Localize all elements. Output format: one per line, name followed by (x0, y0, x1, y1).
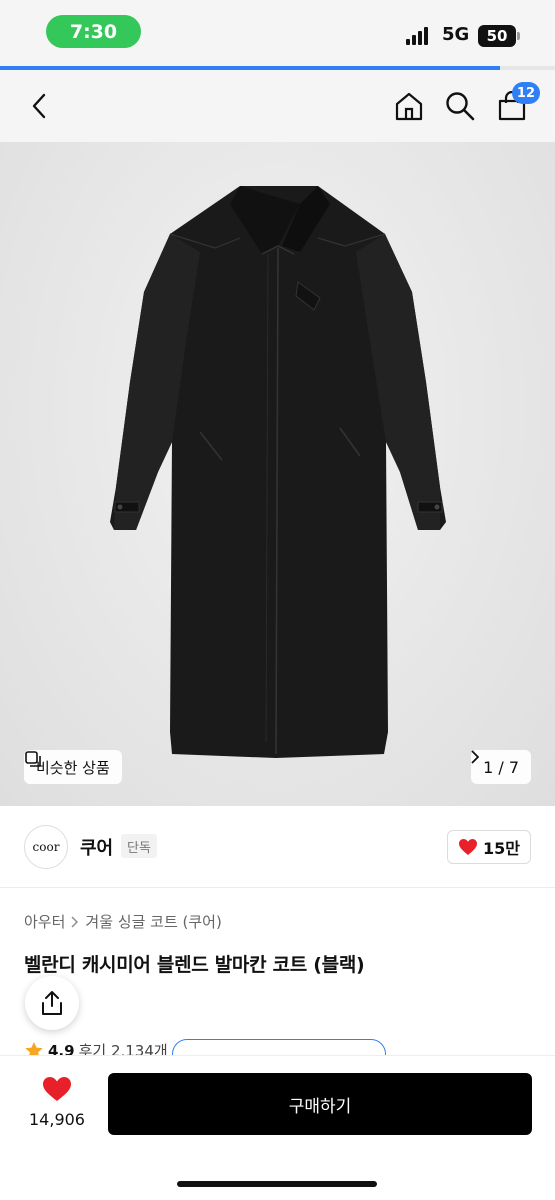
home-button[interactable] (391, 88, 427, 124)
brand-like-count: 15만 (483, 839, 520, 858)
similar-items-icon (25, 751, 41, 767)
top-nav: 12 (0, 70, 555, 142)
exclusive-badge: 단독 (121, 834, 157, 858)
product-image (110, 186, 446, 758)
heart-icon (43, 1077, 71, 1101)
cart-count-badge: 12 (511, 82, 540, 104)
brand-like-button[interactable]: 15만 (447, 830, 531, 864)
image-page-indicator[interactable]: 1 / 7 (471, 750, 531, 784)
breadcrumb: 아우터 겨울 싱글 코트 (쿠어) (24, 911, 222, 932)
brand-logo-text: coor (32, 840, 60, 854)
bottom-action-bar: 14,906 구매하기 (0, 1055, 555, 1200)
cart-button[interactable]: 12 (494, 82, 540, 124)
breadcrumb-item[interactable]: 아우터 (24, 911, 65, 932)
brand-logo[interactable]: coor (24, 825, 68, 869)
status-time: 7:30 (46, 15, 141, 48)
wishlist-count: 14,906 (29, 1110, 85, 1129)
battery-icon: 50 (478, 25, 520, 47)
brand-row: coor 쿠어 단독 15만 (0, 806, 555, 888)
chevron-left-icon (32, 93, 46, 119)
wishlist-button[interactable]: 14,906 (24, 1076, 90, 1129)
signal-icon (406, 27, 428, 45)
heart-icon (459, 839, 477, 855)
share-icon (42, 991, 62, 1015)
home-indicator (177, 1181, 377, 1187)
chevron-right-icon (71, 916, 79, 927)
image-page-text: 1 / 7 (483, 757, 519, 777)
similar-products-label: 비슷한 상품 (36, 758, 110, 777)
search-button[interactable] (442, 88, 478, 124)
status-bar: 7:30 5G 50 (0, 0, 555, 66)
network-type: 5G (442, 24, 470, 45)
search-icon (446, 92, 475, 121)
similar-products-button[interactable]: 비슷한 상품 (24, 750, 122, 784)
brand-name[interactable]: 쿠어 (80, 834, 113, 860)
share-button[interactable] (25, 976, 79, 1030)
home-icon (395, 92, 423, 121)
chevron-right-icon (471, 750, 480, 764)
product-image-gallery[interactable]: 비슷한 상품 1 / 7 (0, 142, 555, 806)
back-button[interactable] (22, 88, 58, 124)
buy-button[interactable]: 구매하기 (108, 1073, 532, 1135)
breadcrumb-item[interactable]: 겨울 싱글 코트 (쿠어) (85, 911, 221, 932)
battery-level: 50 (486, 27, 508, 45)
product-title: 벨란디 캐시미어 블렌드 발마칸 코트 (블랙) (24, 954, 365, 976)
